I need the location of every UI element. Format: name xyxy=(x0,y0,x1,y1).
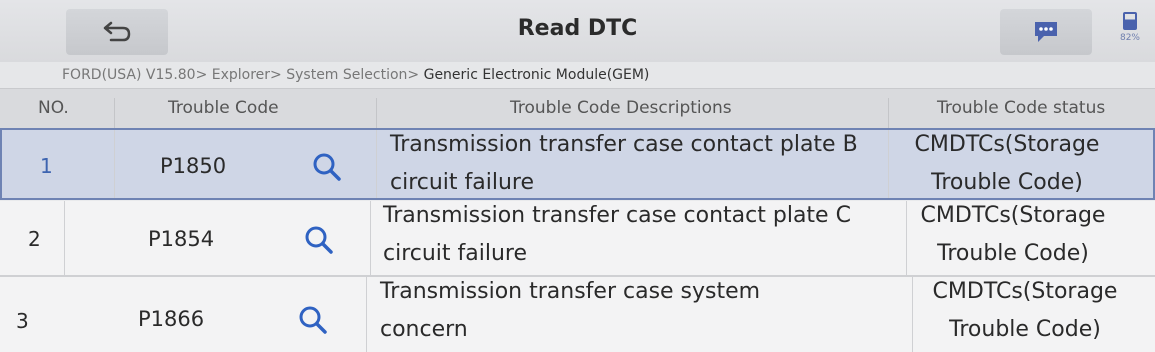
description-line: Transmission transfer case system xyxy=(380,279,761,304)
trouble-code: P1850 xyxy=(160,154,227,178)
column-divider xyxy=(376,130,377,198)
table-header: NO. Trouble Code Trouble Code Descriptio… xyxy=(0,88,1155,138)
trouble-code: P1866 xyxy=(138,307,205,331)
search-button[interactable] xyxy=(312,152,342,187)
header-bar: Read DTC 82% xyxy=(0,0,1155,63)
status-line: Trouble Code) xyxy=(949,317,1101,342)
screen: Read DTC 82% FORD(USA) V15.80> Explorer>… xyxy=(0,0,1155,352)
column-header-descriptions: Trouble Code Descriptions xyxy=(510,98,732,118)
trouble-code: P1854 xyxy=(148,227,215,251)
description-line: circuit failure xyxy=(383,241,528,266)
row-number: 2 xyxy=(28,227,41,251)
message-icon xyxy=(1035,22,1057,42)
trouble-code-description: Transmission transfer case contact plate… xyxy=(383,197,851,273)
row-number: 3 xyxy=(16,309,29,333)
search-button[interactable] xyxy=(298,305,328,340)
search-icon xyxy=(313,153,341,181)
status-line: CMDTCs(Storage xyxy=(914,132,1100,157)
description-line: Transmission transfer case contact plate… xyxy=(390,132,858,157)
column-header-no: NO. xyxy=(38,98,69,118)
description-line: Transmission transfer case contact plate… xyxy=(383,203,851,228)
breadcrumb-path: FORD(USA) V15.80> Explorer> System Selec… xyxy=(62,67,424,83)
table-row-1[interactable]: 1 P1850 Transmission transfer case conta… xyxy=(0,128,1155,200)
message-button[interactable] xyxy=(1000,9,1092,55)
status-line: CMDTCs(Storage xyxy=(920,203,1106,228)
trouble-code-description: Transmission transfer case system concer… xyxy=(380,273,760,349)
search-icon xyxy=(299,306,327,334)
battery-level: 82% xyxy=(1119,33,1140,43)
trouble-code-status: CMDTCs(Storage Trouble Code) xyxy=(905,273,1145,349)
status-line: Trouble Code) xyxy=(937,241,1089,266)
column-header-trouble-code: Trouble Code xyxy=(168,98,279,118)
trouble-code-status: CMDTCs(Storage Trouble Code) xyxy=(893,197,1133,273)
status-line: CMDTCs(Storage xyxy=(932,279,1118,304)
breadcrumb: FORD(USA) V15.80> Explorer> System Selec… xyxy=(0,62,1155,88)
row-number: 1 xyxy=(40,154,53,178)
table-row-3[interactable]: 3 P1866 Transmission transfer case syste… xyxy=(0,277,1155,352)
search-button[interactable] xyxy=(304,225,334,260)
column-divider xyxy=(366,277,367,352)
description-line: concern xyxy=(380,317,468,342)
trouble-code-description: Transmission transfer case contact plate… xyxy=(390,126,858,202)
table-row-2[interactable]: 2 P1854 Transmission transfer case conta… xyxy=(0,201,1155,277)
battery-icon xyxy=(1123,12,1137,30)
search-icon xyxy=(305,226,333,254)
trouble-code-status: CMDTCs(Storage Trouble Code) xyxy=(887,126,1127,202)
column-divider xyxy=(114,130,115,198)
column-divider xyxy=(370,201,371,275)
battery-indicator: 82% xyxy=(1108,12,1152,52)
page-title: Read DTC xyxy=(517,16,638,41)
column-header-status: Trouble Code status xyxy=(937,98,1106,118)
column-divider xyxy=(64,201,65,275)
breadcrumb-current: Generic Electronic Module(GEM) xyxy=(423,67,650,83)
